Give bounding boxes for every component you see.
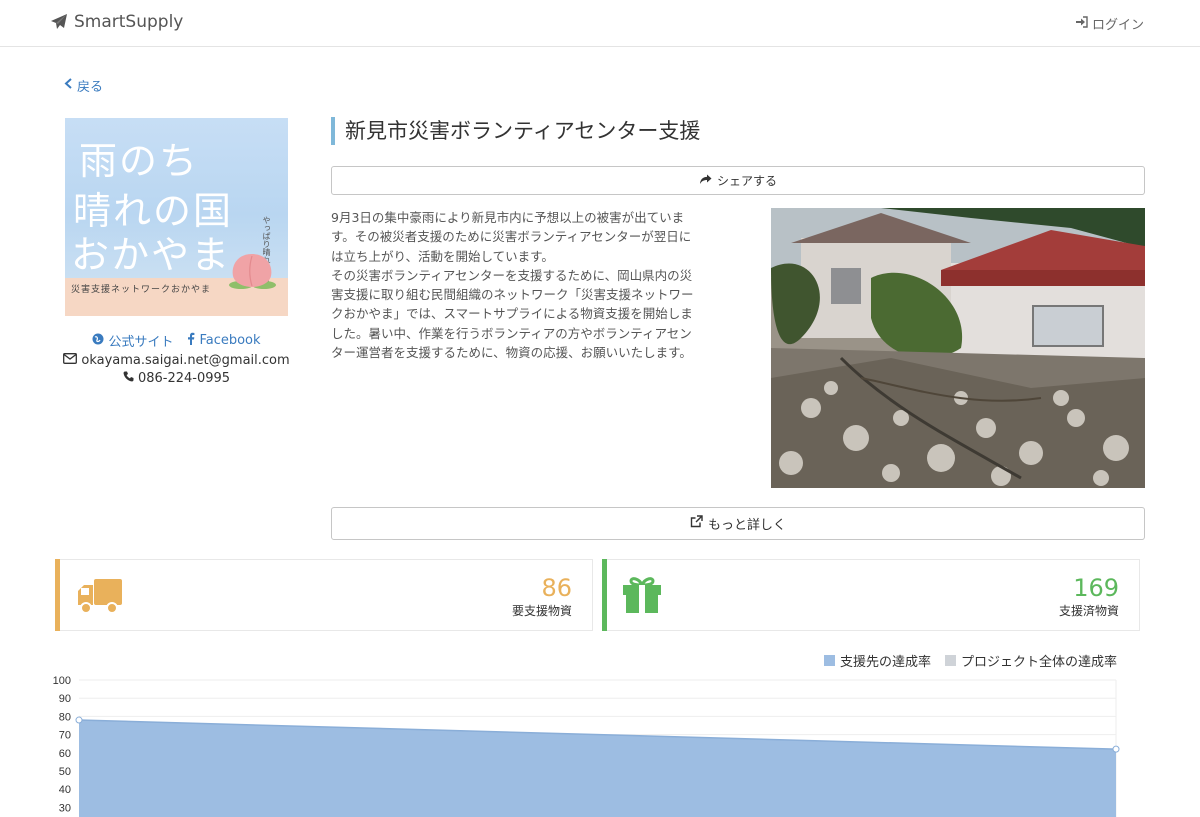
logo-text-line1: 雨のち [79, 139, 200, 183]
facebook-link[interactable]: Facebook [187, 331, 261, 350]
supported-supplies-card[interactable]: 169 支援済物資 [602, 559, 1140, 631]
y-tick-label: 60 [59, 748, 71, 760]
legend-swatch-recipient [823, 655, 835, 666]
login-link[interactable]: ログイン [1075, 14, 1144, 33]
y-tick-label: 30 [59, 802, 71, 814]
description-line: その災害ボランティアセンターを支援するために、岡山県内の災 [331, 267, 693, 283]
project-photo [771, 208, 1145, 488]
phone-row: 086-224-0995 [65, 371, 288, 386]
email-text[interactable]: okayama.saigai.net@gmail.com [81, 353, 289, 368]
facebook-icon [187, 332, 195, 349]
y-tick-label: 100 [53, 675, 71, 687]
y-tick-label: 80 [59, 711, 71, 723]
back-link[interactable]: 戻る [64, 76, 103, 95]
legend-item-project[interactable]: プロジェクト全体の達成率 [944, 651, 1117, 670]
external-link-icon [690, 515, 703, 532]
logo-text-line3: おかやま [71, 233, 232, 277]
needed-accent-bar [55, 559, 60, 631]
phone-text: 086-224-0995 [137, 371, 231, 386]
needed-label: 要支援物資 [511, 604, 572, 618]
data-point[interactable] [1112, 745, 1120, 753]
project-title-block: 新見市災害ボランティアセンター支援 [331, 117, 700, 145]
legend-label-project: プロジェクト全体の達成率 [960, 655, 1117, 670]
organization-logo: 雨のち 晴れの国 おかやま やっぱり晴れるな！ 災害支援ネットワークおかやま [65, 118, 288, 316]
logo-band-text: 災害支援ネットワークおかやま [71, 285, 212, 295]
sign-in-icon [1075, 15, 1088, 32]
share-button[interactable]: シェアする [331, 166, 1145, 195]
description-line: は立ち上がり、活動を開始しています。 [331, 248, 554, 264]
envelope-icon [63, 353, 78, 368]
share-label: シェアする [716, 174, 777, 188]
back-label: 戻る [77, 80, 104, 95]
share-icon [699, 174, 712, 188]
y-tick-label: 40 [59, 784, 71, 796]
description-line: ター運営者を支援するために、物資の応援、お願いいたします。 [331, 345, 692, 361]
y-tick-label: 90 [59, 693, 71, 705]
phone-icon [123, 371, 134, 386]
description-line: す。その被災者支援のために災害ボランティアセンターが翌日に [331, 229, 692, 245]
needed-supplies-card[interactable]: 86 要支援物資 [55, 559, 593, 631]
legend-label-recipient: 支援先の達成率 [839, 655, 931, 670]
legend-item-recipient[interactable]: 支援先の達成率 [823, 651, 931, 670]
project-description: 9月3日の集中豪雨により新見市内に予想以上の被害が出ていま す。その被災者支援の… [331, 208, 725, 362]
paper-plane-icon [50, 13, 68, 31]
email-row: okayama.saigai.net@gmail.com [63, 353, 290, 368]
peach-icon [229, 254, 276, 289]
facebook-label: Facebook [199, 333, 261, 348]
official-site-link[interactable]: 公式サイト [92, 331, 173, 350]
truck-icon [76, 577, 124, 619]
description-line: 害支援に取り組む民間組織のネットワーク「災害支援ネットワー [331, 287, 694, 303]
page-title: 新見市災害ボランティアセンター支援 [345, 119, 701, 143]
login-label: ログイン [1091, 18, 1144, 33]
official-site-label: 公式サイト [108, 335, 174, 350]
chart-legend: 支援先の達成率 プロジェクト全体の達成率 [823, 651, 1117, 670]
y-tick-label: 50 [59, 766, 71, 778]
description-line: クおかやま」では、スマートサプライによる物資支援を開始しま [331, 306, 693, 322]
needed-count: 86 [541, 574, 572, 602]
supported-label: 支援済物資 [1058, 604, 1119, 618]
data-point[interactable] [75, 716, 83, 724]
description-line: した。暑い中、作業を行うボランティアの方やボランティアセン [331, 325, 692, 341]
description-line: 9月3日の集中豪雨により新見市内に予想以上の被害が出ていま [331, 210, 685, 225]
more-details-label: もっと詳しく [707, 518, 786, 533]
brand-link[interactable]: SmartSupply [50, 12, 183, 32]
legend-swatch-project [944, 655, 956, 666]
brand-name: SmartSupply [74, 12, 184, 32]
organization-contact: 公式サイト Facebook okayama.saigai.net@gmail.… [63, 331, 290, 386]
more-details-button[interactable]: もっと詳しく [331, 507, 1145, 540]
y-tick-label: 70 [59, 730, 71, 742]
chevron-left-icon [64, 78, 73, 93]
globe-icon [92, 333, 104, 349]
supported-accent-bar [602, 559, 607, 631]
supported-count: 169 [1073, 574, 1119, 602]
navbar: SmartSupply ログイン [0, 0, 1200, 47]
gift-icon [621, 575, 663, 619]
achievement-chart: 100 90 80 70 60 50 40 30 [53, 675, 1120, 817]
